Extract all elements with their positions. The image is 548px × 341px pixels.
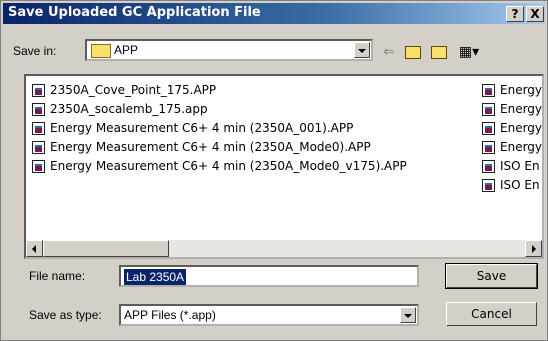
app-file-icon <box>482 103 495 116</box>
app-file-icon <box>32 141 45 154</box>
file-item[interactable]: Energy <box>480 138 542 157</box>
app-file-icon <box>32 122 45 135</box>
chevron-down-icon[interactable] <box>354 42 370 58</box>
chevron-down-icon[interactable] <box>400 307 416 323</box>
view-menu-icon[interactable]: ▦▾ <box>455 41 483 61</box>
file-item[interactable]: Energy Measurement C6+ 4 min (2350A_Mode… <box>30 138 407 157</box>
file-item[interactable]: Energy Measurement C6+ 4 min (2350A_Mode… <box>30 157 407 176</box>
app-file-icon <box>482 84 495 97</box>
file-item[interactable]: Energy Measurement C6+ 4 min (2350A_001)… <box>30 119 407 138</box>
file-item[interactable]: ISO En <box>480 157 542 176</box>
app-file-icon <box>32 84 45 97</box>
close-button[interactable]: X <box>526 6 544 22</box>
app-file-icon <box>482 179 495 192</box>
window-title: Save Uploaded GC Application File <box>8 5 261 20</box>
help-button[interactable]: ? <box>506 6 524 22</box>
file-item[interactable]: Energy <box>480 81 542 100</box>
title-bar: Save Uploaded GC Application File ? X <box>3 3 545 24</box>
up-folder-icon[interactable] <box>403 41 423 61</box>
file-item[interactable]: Energy <box>480 119 542 138</box>
save-as-type-label: Save as type: <box>29 308 102 322</box>
file-item[interactable]: 2350A_Cove_Point_175.APP <box>30 81 407 100</box>
scroll-thumb[interactable] <box>43 240 169 257</box>
scroll-left-icon[interactable] <box>26 240 43 257</box>
file-column-1: 2350A_Cove_Point_175.APP 2350A_socalemb_… <box>30 81 407 176</box>
save-button[interactable]: Save <box>445 263 538 289</box>
app-file-icon <box>482 122 495 135</box>
save-dialog: Save Uploaded GC Application File ? X Sa… <box>0 0 548 341</box>
file-name-value: Lab 2350A <box>124 269 187 285</box>
save-as-type-select[interactable]: APP Files (*.app) <box>119 304 419 326</box>
new-folder-icon[interactable] <box>429 41 449 61</box>
folder-icon <box>91 44 111 58</box>
file-list[interactable]: 2350A_Cove_Point_175.APP 2350A_socalemb_… <box>24 74 544 259</box>
file-name-input[interactable]: Lab 2350A <box>119 265 419 287</box>
back-arrow-icon[interactable]: ⇐ <box>379 41 399 61</box>
save-in-value: APP <box>114 43 139 57</box>
app-file-icon <box>482 141 495 154</box>
file-item[interactable]: Energy <box>480 100 542 119</box>
app-file-icon <box>482 160 495 173</box>
scroll-right-icon[interactable] <box>525 240 542 257</box>
save-in-label: Save in: <box>13 44 57 58</box>
cancel-button[interactable]: Cancel <box>446 302 537 326</box>
app-file-icon <box>32 103 45 116</box>
app-file-icon <box>32 160 45 173</box>
file-item[interactable]: ISO En <box>480 176 542 195</box>
save-as-type-value: APP Files (*.app) <box>124 308 216 322</box>
save-in-combo[interactable]: APP <box>85 39 373 61</box>
file-item[interactable]: 2350A_socalemb_175.app <box>30 100 407 119</box>
file-column-2: Energy Energy Energy Energy ISO En ISO E… <box>480 81 542 195</box>
file-name-label: File name: <box>29 269 86 283</box>
horizontal-scrollbar[interactable] <box>26 240 542 257</box>
